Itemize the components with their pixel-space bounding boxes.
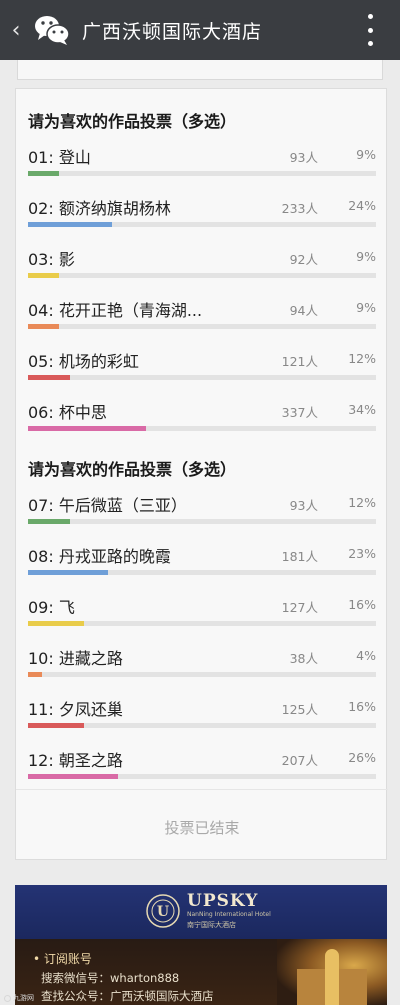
vote-option-label: 06: 杯中思 [28,403,107,422]
vote-group-title: 请为喜欢的作品投票（多选） [28,460,237,479]
vote-count: 92人 [289,252,318,267]
vote-ended-text: 投票已结束 [164,819,240,837]
vote-progress-fill [28,171,60,176]
vote-percentage: 23% [348,546,376,561]
vote-progress-fill [28,621,84,626]
vote-progress-fill [28,723,84,728]
vote-progress-fill [28,774,119,779]
vote-percentage: 24% [348,198,376,213]
vote-option-label: 10: 进藏之路 [28,649,123,668]
vote-option[interactable]: 08: 丹戎亚路的晚霞 181人 23% [28,543,376,587]
vote-percentage: 12% [348,351,376,366]
vote-group-title: 请为喜欢的作品投票（多选） [28,112,237,131]
vote-progress-fill [28,426,147,431]
vote-progress-track [28,519,376,524]
vote-progress-fill [28,324,60,329]
vote-percentage: 9% [356,249,376,264]
vote-option-label: 02: 额济纳旗胡杨林 [28,199,171,218]
brand-chinese-name: 南宁国际大酒店 [187,921,236,929]
vote-percentage: 16% [348,699,376,714]
vote-count: 121人 [281,354,318,369]
vote-option[interactable]: 04: 花开正艳（青海湖... 94人 9% [28,297,376,341]
vote-option-label: 03: 影 [28,250,75,269]
vote-progress-fill [28,570,109,575]
vote-option[interactable]: 02: 额济纳旗胡杨林 233人 24% [28,195,376,239]
vote-count: 181人 [281,549,318,564]
vote-progress-track [28,621,376,626]
hotel-banner[interactable]: U UPSKY NanNing International Hotel 南宁国际… [15,885,387,1005]
vote-progress-track [28,672,376,677]
brand-subtitle: NanNing International Hotel [187,911,271,918]
vote-option[interactable]: 01: 登山 93人 9% [28,144,376,188]
wechat-icon [35,16,70,45]
vote-option[interactable]: 03: 影 92人 9% [28,246,376,290]
vote-card: 请为喜欢的作品投票（多选） 01: 登山 93人 9% 02: 额济纳旗胡杨林 233人… [15,88,388,860]
vote-option-label: 05: 机场的彩虹 [28,352,139,371]
vote-count: 38人 [289,651,318,666]
divider [16,789,388,790]
svg-text:U: U [157,904,169,920]
vote-progress-track [28,570,376,575]
vote-progress-track [28,426,376,431]
watermark-text: 九游网 [13,994,34,1002]
vote-option-label: 12: 朝圣之路 [28,751,123,770]
vote-progress-track [28,222,376,227]
more-vertical-icon[interactable] [366,14,374,46]
vote-option-label: 04: 花开正艳（青海湖... [28,301,203,320]
vote-option[interactable]: 07: 午后微蓝（三亚） 93人 12% [28,492,376,536]
vote-percentage: 9% [356,300,376,315]
chevron-left-icon[interactable]: ‹ [2,0,30,60]
vote-option[interactable]: 10: 进藏之路 38人 4% [28,645,376,689]
vote-count: 127人 [281,600,318,615]
previous-card-edge [17,60,383,80]
vote-percentage: 9% [356,147,376,162]
vote-progress-fill [28,273,60,278]
search-public-account: 查找公众号：广西沃顿国际大酒店 [41,989,214,1003]
vote-option[interactable]: 11: 夕凤还巢 125人 16% [28,696,376,740]
vote-progress-fill [28,672,42,677]
vote-progress-fill [28,519,70,524]
vote-option-label: 01: 登山 [28,148,91,167]
vote-option[interactable]: 09: 飞 127人 16% [28,594,376,638]
subscribe-title: • 订阅账号 [33,952,92,966]
vote-progress-track [28,723,376,728]
vote-percentage: 4% [356,648,376,663]
vote-progress-track [28,774,376,779]
hotel-building-image [277,939,387,1005]
top-navigation-bar: ‹ 广西沃顿国际大酒店 [0,0,400,60]
vote-percentage: 12% [348,495,376,510]
vote-progress-track [28,171,376,176]
vote-progress-track [28,324,376,329]
page-title: 广西沃顿国际大酒店 [82,20,263,43]
vote-option-label: 07: 午后微蓝（三亚） [28,496,187,515]
vote-count: 207人 [281,753,318,768]
vote-percentage: 34% [348,402,376,417]
search-wechat-id: 搜索微信号：wharton888 [41,971,180,985]
vote-progress-track [28,273,376,278]
vote-progress-fill [28,375,70,380]
watermark-logo-icon [4,994,11,1002]
brand-name: UPSKY [187,891,259,911]
vote-option-label: 09: 飞 [28,598,75,617]
vote-count: 337人 [281,405,318,420]
vote-option[interactable]: 06: 杯中思 337人 34% [28,399,376,443]
watermark: 九游网 [4,993,34,1003]
vote-percentage: 16% [348,597,376,612]
vote-option[interactable]: 05: 机场的彩虹 121人 12% [28,348,376,392]
vote-count: 93人 [289,150,318,165]
hotel-logo-icon: U [146,894,180,928]
vote-option[interactable]: 12: 朝圣之路 207人 26% [28,747,376,791]
vote-count: 93人 [289,498,318,513]
vote-count: 125人 [281,702,318,717]
vote-progress-track [28,375,376,380]
vote-option-label: 08: 丹戎亚路的晚霞 [28,547,171,566]
vote-progress-fill [28,222,112,227]
vote-option-label: 11: 夕凤还巢 [28,700,123,719]
vote-count: 233人 [281,201,318,216]
vote-count: 94人 [289,303,318,318]
vote-percentage: 26% [348,750,376,765]
